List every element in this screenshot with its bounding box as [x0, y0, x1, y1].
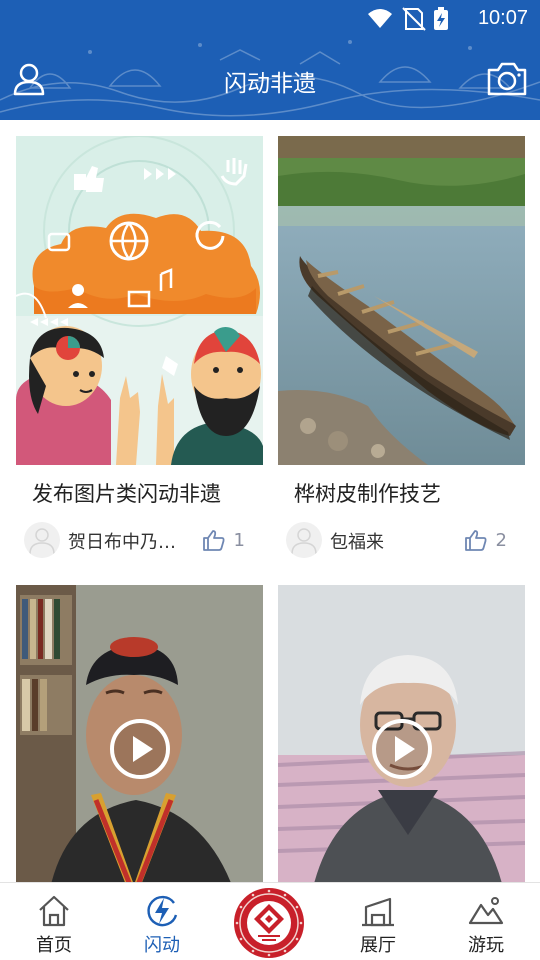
status-time: 10:07 — [477, 7, 528, 29]
author-name[interactable]: 包福来 — [330, 528, 384, 554]
content-feed[interactable]: 发布图片类闪动非遗 贺日布中乃… 1 桦树皮制作技艺 包福来 2 — [0, 120, 540, 882]
card-title: 桦树皮制作技艺 — [294, 482, 441, 506]
app-header: 10:07 闪动非遗 — [0, 0, 540, 120]
card-meta: 贺日布中乃… 1 — [16, 517, 263, 569]
card-thumbnail-image[interactable] — [278, 136, 525, 465]
avatar[interactable] — [24, 522, 60, 558]
play-icon[interactable] — [109, 718, 171, 780]
status-icons — [368, 7, 448, 31]
page-title: 闪动非遗 — [224, 71, 316, 97]
thumbs-up-icon — [202, 530, 225, 551]
author-name[interactable]: 贺日布中乃… — [68, 528, 176, 554]
tab-label: 游玩 — [468, 935, 504, 956]
like-count: 2 — [495, 529, 507, 551]
tab-home[interactable]: 首页 — [0, 883, 108, 960]
museum-logo-icon[interactable] — [232, 886, 306, 960]
feed-card-video[interactable] — [16, 585, 263, 882]
mountain-icon — [468, 897, 504, 925]
card-thumbnail-video[interactable] — [278, 585, 525, 882]
app-screen: 10:07 闪动非遗 发布图片类闪动非遗 贺日布中乃… 1 桦树皮制作技艺 包福… — [0, 0, 540, 960]
card-thumbnail-video[interactable] — [16, 585, 263, 882]
nav-bar: 闪动非遗 — [0, 40, 540, 116]
like-count: 1 — [233, 529, 245, 551]
card-thumbnail-image[interactable] — [16, 136, 263, 465]
feed-card-video[interactable] — [278, 585, 525, 882]
battery-charging-icon — [434, 7, 448, 30]
home-icon — [39, 895, 69, 927]
tab-flash[interactable]: 闪动 — [108, 883, 216, 960]
tab-label: 闪动 — [144, 935, 180, 956]
tab-play[interactable]: 游玩 — [432, 883, 540, 960]
feed-card[interactable]: 发布图片类闪动非遗 贺日布中乃… 1 — [16, 136, 263, 569]
play-icon[interactable] — [371, 718, 433, 780]
thumbs-up-icon — [464, 530, 487, 551]
status-bar: 10:07 — [0, 0, 540, 36]
avatar[interactable] — [286, 522, 322, 558]
wifi-icon — [368, 9, 392, 28]
feed-card[interactable]: 桦树皮制作技艺 包福来 2 — [278, 136, 525, 569]
exhibition-hall-icon — [362, 897, 394, 927]
tab-label: 首页 — [36, 935, 72, 956]
camera-icon[interactable] — [486, 60, 528, 100]
card-title: 发布图片类闪动非遗 — [32, 482, 221, 506]
no-sim-icon — [402, 7, 426, 31]
like-button[interactable]: 1 — [202, 527, 245, 553]
like-button[interactable]: 2 — [464, 527, 507, 553]
card-meta: 包福来 2 — [278, 517, 525, 569]
tab-hall[interactable]: 展厅 — [324, 883, 432, 960]
lightning-icon — [147, 895, 178, 927]
tab-label: 展厅 — [360, 935, 396, 956]
